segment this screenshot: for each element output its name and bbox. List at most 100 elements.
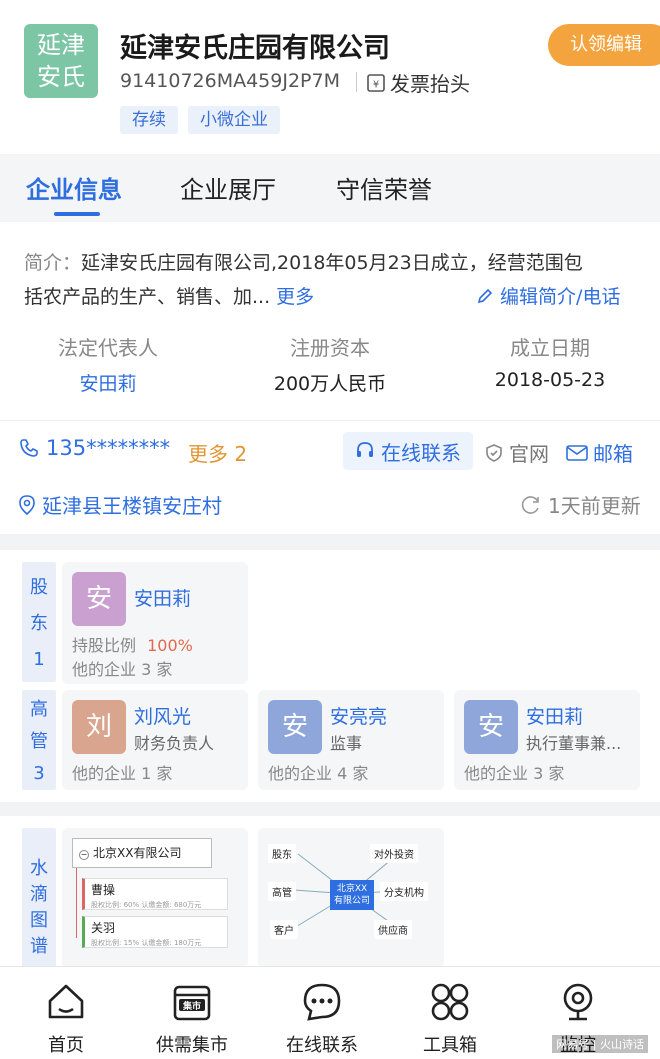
- online-contact-label: 在线联系: [381, 440, 461, 465]
- graph-side-label: 水 滴 图 谱: [22, 828, 56, 968]
- executive-card[interactable]: 刘 刘风光 财务负责人 他的企业 1 家: [62, 690, 248, 790]
- shield-icon: [486, 443, 502, 462]
- equity-node-2-name: 关羽: [91, 921, 116, 935]
- founded-label: 成立日期: [510, 336, 590, 360]
- other-companies: 他的企业 3 家: [72, 660, 173, 679]
- equity-node-1: 曹操 股权比例: 60% 认缴金额: 680万元: [82, 878, 228, 910]
- executive-card[interactable]: 安 安田莉 执行董事兼... 他的企业 3 家: [454, 690, 640, 790]
- relationship-graph-card[interactable]: 北京XX 有限公司 股东 对外投资 高管 分支机构 客户 供应商: [258, 828, 444, 968]
- divider: [356, 72, 357, 92]
- executive-role: 监事: [330, 734, 363, 753]
- camera-icon: [563, 983, 593, 1021]
- nav-toolbox[interactable]: 工具箱: [384, 967, 516, 1059]
- nav-chat[interactable]: 在线联系: [256, 967, 388, 1059]
- nav-chat-label: 在线联系: [286, 1035, 358, 1056]
- equity-top-node: − 北京XX有限公司: [72, 838, 212, 868]
- executive-name: 刘风光: [134, 706, 192, 728]
- relation-node: 客户: [270, 920, 298, 939]
- relation-node: 供应商: [374, 920, 412, 939]
- watermark: 网易号 | 火山诗话: [552, 1035, 648, 1053]
- phone-link[interactable]: 135********: [18, 436, 170, 460]
- relation-node: 高管: [268, 882, 296, 901]
- tree-line: [76, 868, 77, 938]
- phone-number: 135********: [46, 436, 171, 460]
- side-char: 3: [33, 763, 45, 784]
- side-char: 股: [30, 577, 48, 598]
- ratio-value: 100%: [147, 636, 193, 655]
- logo-text-1: 延津: [37, 31, 85, 59]
- refresh-icon: [521, 495, 539, 514]
- relation-node: 股东: [268, 844, 296, 863]
- address-text: 延津县王楼镇安庄村: [42, 494, 222, 518]
- refresh-update-button[interactable]: 1天前更新: [520, 490, 641, 519]
- other-companies: 他的企业 1 家: [72, 764, 173, 783]
- company-logo: 延津 安氏: [24, 24, 98, 98]
- section-gap: [0, 534, 660, 550]
- nav-market[interactable]: 集市 供需集市: [126, 967, 258, 1059]
- toolbox-icon: [431, 983, 469, 1021]
- invoice-header-button[interactable]: ¥ 发票抬头: [366, 68, 470, 97]
- executive-name: 安亮亮: [330, 706, 388, 728]
- equity-node-1-detail: 股权比例: 60% 认缴金额: 680万元: [91, 901, 202, 909]
- avatar: 安: [464, 700, 518, 754]
- equity-node-2: 关羽 股权比例: 15% 认缴金额: 180万元: [82, 916, 228, 948]
- status-tag: 存续: [120, 106, 178, 134]
- relation-center-node: 北京XX 有限公司: [330, 880, 374, 910]
- founded-value: 2018-05-23: [494, 369, 606, 391]
- executives-side-label: 高 管 3: [22, 690, 56, 790]
- edit-intro-button[interactable]: 编辑简介/电话: [476, 282, 620, 309]
- tab-honors[interactable]: 守信荣誉: [336, 170, 432, 205]
- market-icon: 集市: [173, 985, 211, 1021]
- headset-icon: [357, 442, 373, 457]
- tab-showroom[interactable]: 企业展厅: [180, 170, 276, 205]
- side-char: 管: [30, 731, 48, 752]
- equity-top-label: 北京XX有限公司: [93, 846, 182, 860]
- side-char: 滴: [30, 884, 48, 905]
- svg-text:¥: ¥: [373, 79, 379, 90]
- nav-home-label: 首页: [48, 1035, 84, 1056]
- equity-node-2-detail: 股权比例: 15% 认缴金额: 180万元: [91, 939, 202, 947]
- avatar: 安: [72, 572, 126, 626]
- intro-label: 简介：: [24, 252, 82, 274]
- size-tag: 小微企业: [188, 106, 280, 134]
- ratio-row: 持股比例 100%: [72, 632, 193, 656]
- side-char: 图: [30, 910, 48, 931]
- location-pin-icon: [19, 494, 35, 515]
- executive-role: 执行董事兼...: [526, 734, 622, 753]
- executive-role: 财务负责人: [134, 734, 215, 753]
- address-link[interactable]: 延津县王楼镇安庄村: [18, 490, 222, 519]
- side-char: 水: [30, 858, 48, 879]
- section-gap: [0, 802, 660, 816]
- svg-text:集市: 集市: [182, 1000, 201, 1012]
- capital-value: 200万人民币: [273, 373, 387, 395]
- side-char: 东: [30, 613, 48, 634]
- website-link[interactable]: 官网: [484, 438, 549, 467]
- email-link[interactable]: 邮箱: [566, 438, 633, 467]
- edit-intro-label: 编辑简介/电话: [500, 286, 621, 308]
- shareholder-card[interactable]: 安 安田莉 持股比例 100% 他的企业 3 家: [62, 562, 248, 684]
- executive-card[interactable]: 安 安亮亮 监事 他的企业 4 家: [258, 690, 444, 790]
- intro-text-2: 括农产品的生产、销售、加...: [24, 286, 271, 308]
- home-icon: [48, 984, 84, 1019]
- logo-text-2: 安氏: [37, 63, 85, 91]
- intro-more-link[interactable]: 更多: [276, 286, 314, 308]
- nav-market-label: 供需集市: [156, 1035, 228, 1056]
- side-char: 高: [30, 699, 48, 720]
- intro-text-1: 延津安氏庄园有限公司,2018年05月23日成立，经营范围包: [81, 252, 583, 274]
- credit-code: 91410726MA459J2P7M: [120, 70, 340, 92]
- avatar: 安: [268, 700, 322, 754]
- executive-name: 安田莉: [526, 706, 584, 728]
- relation-node: 分支机构: [380, 882, 428, 901]
- legal-rep-value[interactable]: 安田莉: [18, 369, 198, 396]
- side-char: 谱: [30, 936, 48, 957]
- updated-text: 1天前更新: [548, 494, 641, 518]
- claim-edit-button[interactable]: 认领编辑: [548, 24, 660, 66]
- tab-company-info[interactable]: 企业信息: [26, 170, 122, 205]
- chat-icon: [303, 983, 341, 1021]
- phone-icon: [20, 439, 38, 457]
- equity-structure-card[interactable]: − 北京XX有限公司 曹操 股权比例: 60% 认缴金额: 680万元 关羽 股权…: [62, 828, 248, 968]
- online-contact-button[interactable]: 在线联系: [343, 432, 473, 470]
- more-phones-link[interactable]: 更多 2: [188, 438, 247, 467]
- nav-home[interactable]: 首页: [0, 967, 132, 1059]
- active-tab-indicator: [54, 212, 100, 216]
